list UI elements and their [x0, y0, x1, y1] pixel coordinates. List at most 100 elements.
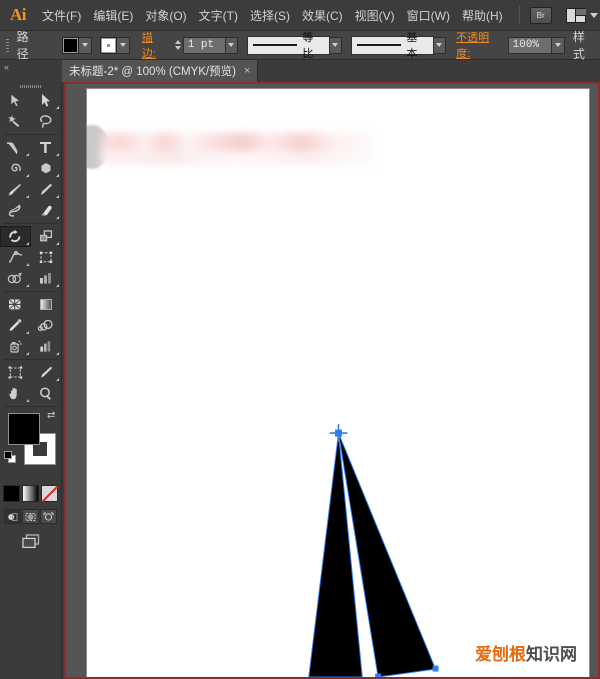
width-tool[interactable]: [0, 247, 31, 268]
styles-label[interactable]: 样式: [573, 28, 596, 62]
panel-collapse-button[interactable]: «: [0, 60, 62, 82]
stroke-weight-label[interactable]: 描边:: [142, 29, 166, 61]
site-watermark: 爱刨根知识网: [475, 640, 577, 665]
profile-dropdown-arrow[interactable]: [330, 37, 343, 54]
blob-brush-tool[interactable]: [0, 200, 31, 221]
draw-normal-mode[interactable]: [4, 509, 21, 524]
blend-tool[interactable]: [31, 315, 62, 336]
gradient-tool[interactable]: [31, 294, 62, 315]
brush-definition-select[interactable]: 基本: [351, 36, 433, 55]
color-mode-none[interactable]: [41, 485, 58, 502]
menu-view[interactable]: 视图(V): [349, 3, 401, 28]
opacity-input[interactable]: 100%: [508, 37, 553, 54]
stroke-weight-dropdown-arrow[interactable]: [226, 37, 239, 54]
tools-grid-top: [0, 90, 61, 132]
triangle-shape-left: [309, 433, 362, 677]
fill-stroke-indicator: ⇄: [0, 411, 61, 483]
spiral-tool[interactable]: [0, 158, 31, 179]
rotate-tool[interactable]: [0, 226, 31, 247]
stroke-profile-select[interactable]: 等比: [247, 36, 329, 55]
mesh-tool[interactable]: [0, 294, 31, 315]
brush-name: 基本: [406, 29, 427, 61]
brush-preview-icon: [357, 44, 401, 46]
profile-preview-icon: [253, 44, 297, 46]
menu-divider: [519, 6, 520, 24]
control-bar: 路径 描边: 1 pt 等比 基本 不透明度: 100% 样式: [0, 31, 600, 60]
stroke-color-swatch[interactable]: [100, 37, 117, 54]
default-fill-stroke-icon[interactable]: [4, 451, 17, 464]
draw-mode-buttons: [0, 509, 61, 524]
free-transform-tool[interactable]: [31, 247, 62, 268]
column-graph-tool[interactable]: [31, 336, 62, 357]
zoom-tool[interactable]: [31, 383, 62, 404]
fill-indicator-swatch[interactable]: [8, 413, 40, 445]
pencil-tool[interactable]: [31, 179, 62, 200]
brush-dropdown-arrow[interactable]: [434, 37, 447, 54]
tools-grid-draw: [0, 137, 61, 221]
hand-tool[interactable]: [0, 383, 31, 404]
swap-fill-stroke-icon[interactable]: ⇄: [47, 411, 58, 422]
watermark-text-primary: 爱刨根: [475, 645, 526, 665]
slice-tool[interactable]: [31, 362, 62, 383]
control-bar-grip[interactable]: [4, 37, 14, 53]
shape-builder-tool[interactable]: [0, 268, 31, 289]
menu-object[interactable]: 对象(O): [139, 3, 192, 28]
eraser-tool[interactable]: [31, 200, 62, 221]
app-logo-icon: Ai: [0, 5, 36, 25]
stroke-weight-input[interactable]: 1 pt: [183, 37, 226, 54]
perspective-grid-tool[interactable]: [31, 268, 62, 289]
stroke-swatch-group[interactable]: [100, 37, 130, 54]
screen-mode-button[interactable]: [0, 533, 61, 550]
artboard-tool[interactable]: [0, 362, 31, 383]
document-tab-bar: « 未标题-2* @ 100% (CMYK/预览) ×: [0, 60, 600, 82]
menu-window[interactable]: 窗口(W): [401, 3, 456, 28]
bridge-button[interactable]: Br: [530, 7, 552, 24]
stroke-weight-stepper[interactable]: [174, 37, 183, 54]
scale-tool[interactable]: [31, 226, 62, 247]
draw-inside-mode[interactable]: [40, 509, 57, 524]
paintbrush-tool[interactable]: [0, 179, 31, 200]
menu-edit[interactable]: 编辑(E): [87, 3, 139, 28]
fill-color-swatch[interactable]: [62, 37, 79, 54]
menu-help[interactable]: 帮助(H): [456, 3, 509, 28]
selected-object-type: 路径: [17, 28, 40, 62]
tools-grid-color: [0, 294, 61, 357]
polygon-tool[interactable]: [31, 158, 62, 179]
opacity-dropdown-arrow[interactable]: [552, 37, 565, 54]
symbol-sprayer-tool[interactable]: [0, 336, 31, 357]
stroke-dropdown-arrow[interactable]: [117, 37, 130, 54]
artboard-canvas[interactable]: 爱刨根知识网: [86, 88, 590, 677]
fill-swatch-group[interactable]: [62, 37, 92, 54]
opacity-label[interactable]: 不透明度:: [456, 29, 501, 61]
tools-panel-grip[interactable]: [0, 82, 61, 90]
pen-tool[interactable]: [0, 137, 31, 158]
close-icon[interactable]: ×: [244, 65, 250, 77]
menu-type[interactable]: 文字(T): [193, 3, 244, 28]
eyedropper-tool[interactable]: [0, 315, 31, 336]
menu-select[interactable]: 选择(S): [244, 3, 296, 28]
vector-artwork[interactable]: [87, 89, 589, 677]
fill-dropdown-arrow[interactable]: [79, 37, 92, 54]
illustrator-window: Ai 文件(F) 编辑(E) 对象(O) 文字(T) 选择(S) 效果(C) 视…: [0, 0, 600, 679]
tools-panel: ⇄: [0, 82, 62, 679]
tools-grid-nav: [0, 362, 61, 404]
color-mode-gradient[interactable]: [22, 485, 39, 502]
magic-wand-tool[interactable]: [0, 111, 31, 132]
type-tool[interactable]: [31, 137, 62, 158]
selection-tool[interactable]: [0, 90, 31, 111]
menu-bar: Ai 文件(F) 编辑(E) 对象(O) 文字(T) 选择(S) 效果(C) 视…: [0, 0, 600, 31]
tools-grid-transform: [0, 226, 61, 289]
workspace-switcher[interactable]: [566, 8, 598, 23]
document-tab-title: 未标题-2* @ 100% (CMYK/预览): [69, 63, 236, 79]
direct-selection-tool[interactable]: [31, 90, 62, 111]
menu-effect[interactable]: 效果(C): [296, 3, 349, 28]
lasso-tool[interactable]: [31, 111, 62, 132]
workspace-icon: [566, 8, 586, 23]
draw-behind-mode[interactable]: [22, 509, 39, 524]
profile-name: 等比: [302, 29, 323, 61]
document-tab[interactable]: 未标题-2* @ 100% (CMYK/预览) ×: [62, 60, 258, 82]
menu-file[interactable]: 文件(F): [36, 3, 87, 28]
watermark-text-secondary: 知识网: [526, 645, 577, 665]
color-mode-flat[interactable]: [3, 485, 20, 502]
chevron-down-icon: [590, 13, 598, 18]
